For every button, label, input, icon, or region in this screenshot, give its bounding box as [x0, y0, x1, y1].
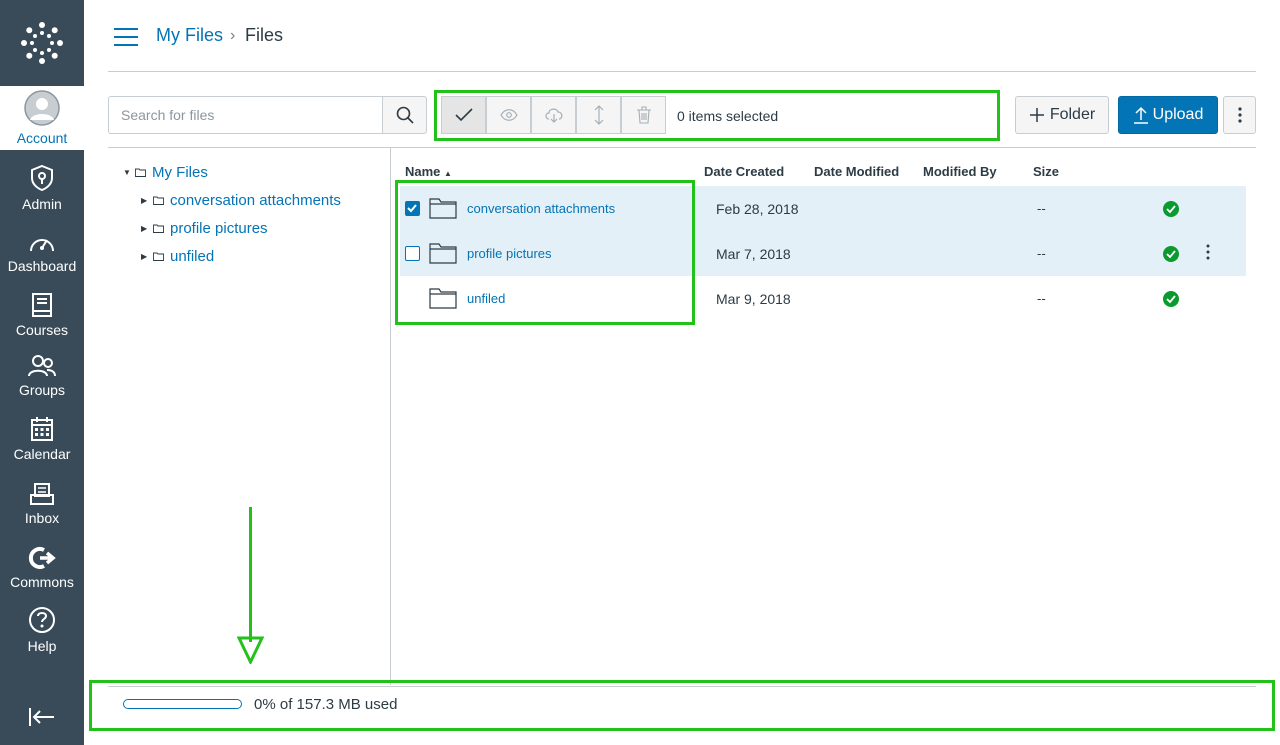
- folder-icon: [153, 196, 164, 205]
- account-avatar-icon: [24, 90, 60, 126]
- breadcrumb-separator: ›: [230, 27, 236, 44]
- published-check-icon[interactable]: [1163, 246, 1179, 262]
- search-input[interactable]: [108, 96, 383, 134]
- column-header-modified-by[interactable]: Modified By: [923, 164, 997, 179]
- add-folder-label: Folder: [1049, 106, 1096, 123]
- canvas-logo-icon[interactable]: [0, 0, 84, 85]
- nav-label-admin: Admin: [22, 196, 62, 212]
- tree-item-unfiled[interactable]: ▶ unfiled: [141, 248, 214, 265]
- nav-item-dashboard[interactable]: Dashboard: [0, 214, 84, 278]
- nav-item-calendar[interactable]: Calendar: [0, 402, 84, 466]
- collapsed-triangle-icon: ▶: [141, 196, 148, 205]
- commons-icon: [28, 547, 56, 569]
- dashboard-speedometer-icon: [30, 239, 54, 252]
- search-button[interactable]: [382, 96, 427, 134]
- nav-item-courses[interactable]: Courses: [0, 278, 84, 342]
- breadcrumb-my-files[interactable]: My Files: [156, 25, 223, 46]
- breadcrumb-current: Files: [245, 25, 284, 45]
- column-header-date-created[interactable]: Date Created: [704, 164, 784, 179]
- tree-item-conversation-attachments[interactable]: ▶ conversation attachments: [141, 192, 341, 209]
- tree-label: conversation attachments: [170, 192, 341, 209]
- page-header: My Files › Files: [108, 0, 1256, 72]
- nav-label-account: Account: [16, 130, 68, 146]
- admin-shield-icon: [31, 164, 53, 192]
- annotation-arrow-head-icon: [237, 636, 264, 664]
- search-icon: [396, 106, 414, 124]
- folder-icon: [153, 224, 164, 233]
- upload-button[interactable]: Upload: [1118, 96, 1218, 134]
- upload-label: Upload: [1152, 106, 1204, 123]
- collapsed-triangle-icon: ▶: [141, 224, 148, 233]
- nav-item-groups[interactable]: Groups: [0, 338, 84, 402]
- plus-icon: [1029, 108, 1044, 122]
- tree-label: My Files: [152, 164, 208, 181]
- collapse-nav-icon[interactable]: [28, 706, 56, 733]
- tree-label: profile pictures: [170, 220, 268, 237]
- file-size: --: [1037, 246, 1046, 261]
- global-navigation: Account Admin Dashboard Courses Groups C…: [0, 0, 84, 745]
- published-check-icon[interactable]: [1163, 201, 1179, 217]
- tree-item-profile-pictures[interactable]: ▶ profile pictures: [141, 220, 268, 237]
- nav-label-help: Help: [27, 638, 57, 654]
- upload-icon: [1133, 106, 1148, 124]
- column-header-size[interactable]: Size: [1033, 164, 1059, 179]
- inbox-icon: [30, 483, 54, 505]
- annotation-highlight-rows: [395, 180, 695, 325]
- more-options-button[interactable]: [1223, 96, 1256, 134]
- nav-item-commons[interactable]: Commons: [0, 530, 84, 594]
- column-header-name[interactable]: Name ▲: [405, 164, 452, 179]
- content-divider: [108, 147, 1256, 148]
- courses-book-icon: [32, 293, 52, 317]
- date-created: Mar 7, 2018: [716, 246, 791, 262]
- expanded-triangle-icon: ▼: [123, 168, 131, 177]
- file-size: --: [1037, 201, 1046, 216]
- help-icon: [29, 607, 55, 633]
- annotation-highlight-toolbar: [434, 90, 1000, 141]
- tree-item-my-files[interactable]: ▼ My Files: [123, 164, 208, 181]
- annotation-highlight-footer: [89, 680, 1275, 731]
- nav-item-account[interactable]: Account: [0, 86, 84, 150]
- folder-icon: [135, 168, 146, 177]
- annotation-arrow-shaft: [249, 507, 252, 642]
- row-kebab-menu-icon[interactable]: [1206, 244, 1210, 260]
- calendar-icon: [31, 417, 53, 441]
- nav-item-inbox[interactable]: Inbox: [0, 466, 84, 530]
- nav-label-dashboard: Dashboard: [7, 258, 77, 274]
- nav-label-inbox: Inbox: [24, 510, 60, 526]
- groups-people-icon: [28, 355, 56, 377]
- date-created: Feb 28, 2018: [716, 201, 799, 217]
- pane-divider: [390, 147, 391, 685]
- column-header-date-modified[interactable]: Date Modified: [814, 164, 899, 179]
- date-created: Mar 9, 2018: [716, 291, 791, 307]
- nav-label-calendar: Calendar: [13, 446, 71, 462]
- nav-label-commons: Commons: [10, 574, 74, 590]
- folder-icon: [153, 252, 164, 261]
- hamburger-menu-icon[interactable]: [114, 28, 138, 46]
- nav-item-help[interactable]: Help: [0, 594, 84, 658]
- nav-label-courses: Courses: [15, 322, 69, 338]
- nav-label-groups: Groups: [19, 382, 65, 398]
- sort-ascending-icon: ▲: [444, 169, 452, 178]
- add-folder-button[interactable]: Folder: [1015, 96, 1109, 134]
- published-check-icon[interactable]: [1163, 291, 1179, 307]
- collapsed-triangle-icon: ▶: [141, 252, 148, 261]
- kebab-menu-icon: [1237, 107, 1242, 123]
- tree-label: unfiled: [170, 248, 215, 265]
- nav-item-admin[interactable]: Admin: [0, 152, 84, 216]
- file-size: --: [1037, 291, 1046, 306]
